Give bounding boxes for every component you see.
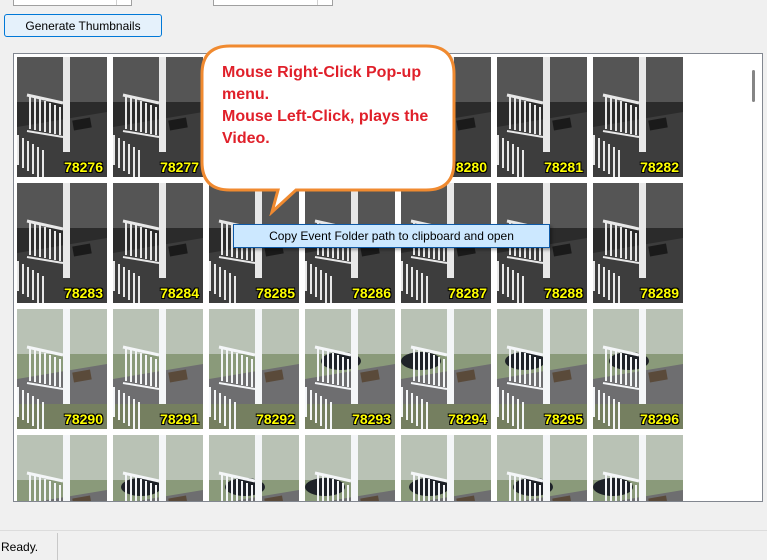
callout-line-1: Mouse Right-Click Pop-up menu. (222, 64, 422, 103)
status-text: Ready. (1, 540, 39, 554)
thumbnail-78301[interactable]: 78301 (401, 435, 491, 501)
thumbnail-78277[interactable]: 78277 (113, 57, 203, 177)
thumbnail-78292[interactable]: 78292 (209, 309, 299, 429)
thumbnail-78302[interactable]: 78302 (497, 435, 587, 501)
thumbnail-78297[interactable]: 78297 (17, 435, 107, 501)
right-dropdown[interactable] (213, 0, 333, 6)
thumbnail-event-number: 78287 (448, 285, 487, 301)
thumbnail-78294[interactable]: 78294 (401, 309, 491, 429)
thumbnail-event-number: 78285 (256, 285, 295, 301)
left-dropdown[interactable] (13, 0, 132, 6)
chevron-down-icon[interactable] (317, 0, 331, 5)
chevron-down-icon[interactable] (116, 0, 130, 5)
thumbnail-event-number: 78294 (448, 411, 487, 427)
thumbnail-event-number: 78290 (64, 411, 103, 427)
thumbnail-event-number: 78291 (160, 411, 199, 427)
annotation-callout: Mouse Right-Click Pop-up menu. Mouse Lef… (200, 44, 456, 217)
thumbnail-event-number: 78296 (640, 411, 679, 427)
thumbnail-event-number: 78281 (544, 159, 583, 175)
thumbnail-78303[interactable]: 78303 (593, 435, 683, 501)
status-bar: Ready. (0, 530, 767, 560)
thumbnail-78300[interactable]: 78300 (305, 435, 395, 501)
thumbnail-event-number: 78292 (256, 411, 295, 427)
callout-text: Mouse Right-Click Pop-up menu. Mouse Lef… (222, 62, 442, 150)
thumbnail-78296[interactable]: 78296 (593, 309, 683, 429)
thumbnail-event-number: 78289 (640, 285, 679, 301)
thumbnail-event-number: 78277 (160, 159, 199, 175)
context-menu: Copy Event Folder path to clipboard and … (233, 224, 550, 248)
thumbnail-78290[interactable]: 78290 (17, 309, 107, 429)
thumbnail-78289[interactable]: 78289 (593, 183, 683, 303)
thumbnail-event-number: 78284 (160, 285, 199, 301)
scrollbar-thumb[interactable] (752, 70, 755, 102)
thumbnail-event-number: 78286 (352, 285, 391, 301)
thumbnail-78281[interactable]: 78281 (497, 57, 587, 177)
copy-event-folder-menu-item[interactable]: Copy Event Folder path to clipboard and … (234, 225, 549, 247)
thumbnail-event-number: 78276 (64, 159, 103, 175)
thumbnail-event-number: 78282 (640, 159, 679, 175)
app-window: Generate Thumbnails 78276782777827878279… (0, 0, 767, 560)
thumbnail-event-number: 78293 (352, 411, 391, 427)
thumbnail-78283[interactable]: 78283 (17, 183, 107, 303)
vertical-scrollbar[interactable] (745, 54, 762, 501)
thumbnail-78299[interactable]: 78299 (209, 435, 299, 501)
thumbnail-78276[interactable]: 78276 (17, 57, 107, 177)
thumbnail-event-number: 78295 (544, 411, 583, 427)
generate-thumbnails-button[interactable]: Generate Thumbnails (4, 14, 162, 37)
thumbnail-event-number: 78283 (64, 285, 103, 301)
callout-line-2: Mouse Left-Click, plays the Video. (222, 108, 429, 147)
thumbnail-78282[interactable]: 78282 (593, 57, 683, 177)
status-panel (57, 533, 767, 560)
thumbnail-78295[interactable]: 78295 (497, 309, 587, 429)
thumbnail-78291[interactable]: 78291 (113, 309, 203, 429)
thumbnail-78284[interactable]: 78284 (113, 183, 203, 303)
thumbnail-event-number: 78288 (544, 285, 583, 301)
thumbnail-78293[interactable]: 78293 (305, 309, 395, 429)
thumbnail-78298[interactable]: 78298 (113, 435, 203, 501)
